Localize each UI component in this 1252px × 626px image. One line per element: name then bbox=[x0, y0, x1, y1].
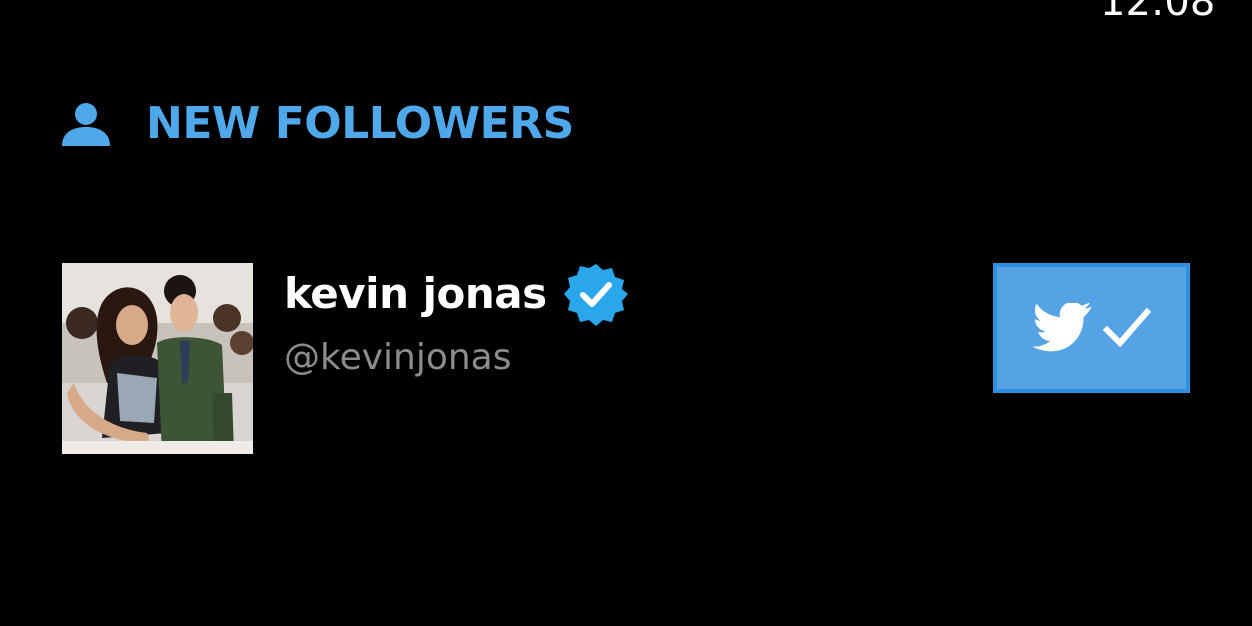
list-item[interactable]: kevin jonas @kevinjonas bbox=[62, 263, 1190, 455]
avatar[interactable] bbox=[62, 263, 253, 454]
display-name[interactable]: kevin jonas bbox=[284, 268, 547, 320]
checkmark-icon bbox=[1102, 307, 1151, 348]
following-toggle-button[interactable] bbox=[993, 263, 1190, 393]
person-icon bbox=[62, 103, 110, 146]
user-handle: @kevinjonas bbox=[284, 337, 512, 378]
twitter-bird-icon bbox=[1032, 303, 1092, 352]
section-header: NEW FOLLOWERS bbox=[60, 96, 574, 152]
avatar-photo-image bbox=[62, 263, 253, 454]
verified-badge-icon bbox=[563, 264, 628, 326]
section-title: NEW FOLLOWERS bbox=[146, 98, 574, 149]
display-name-row: kevin jonas bbox=[284, 263, 629, 326]
status-bar-clock: 12:08 bbox=[1100, 0, 1216, 25]
